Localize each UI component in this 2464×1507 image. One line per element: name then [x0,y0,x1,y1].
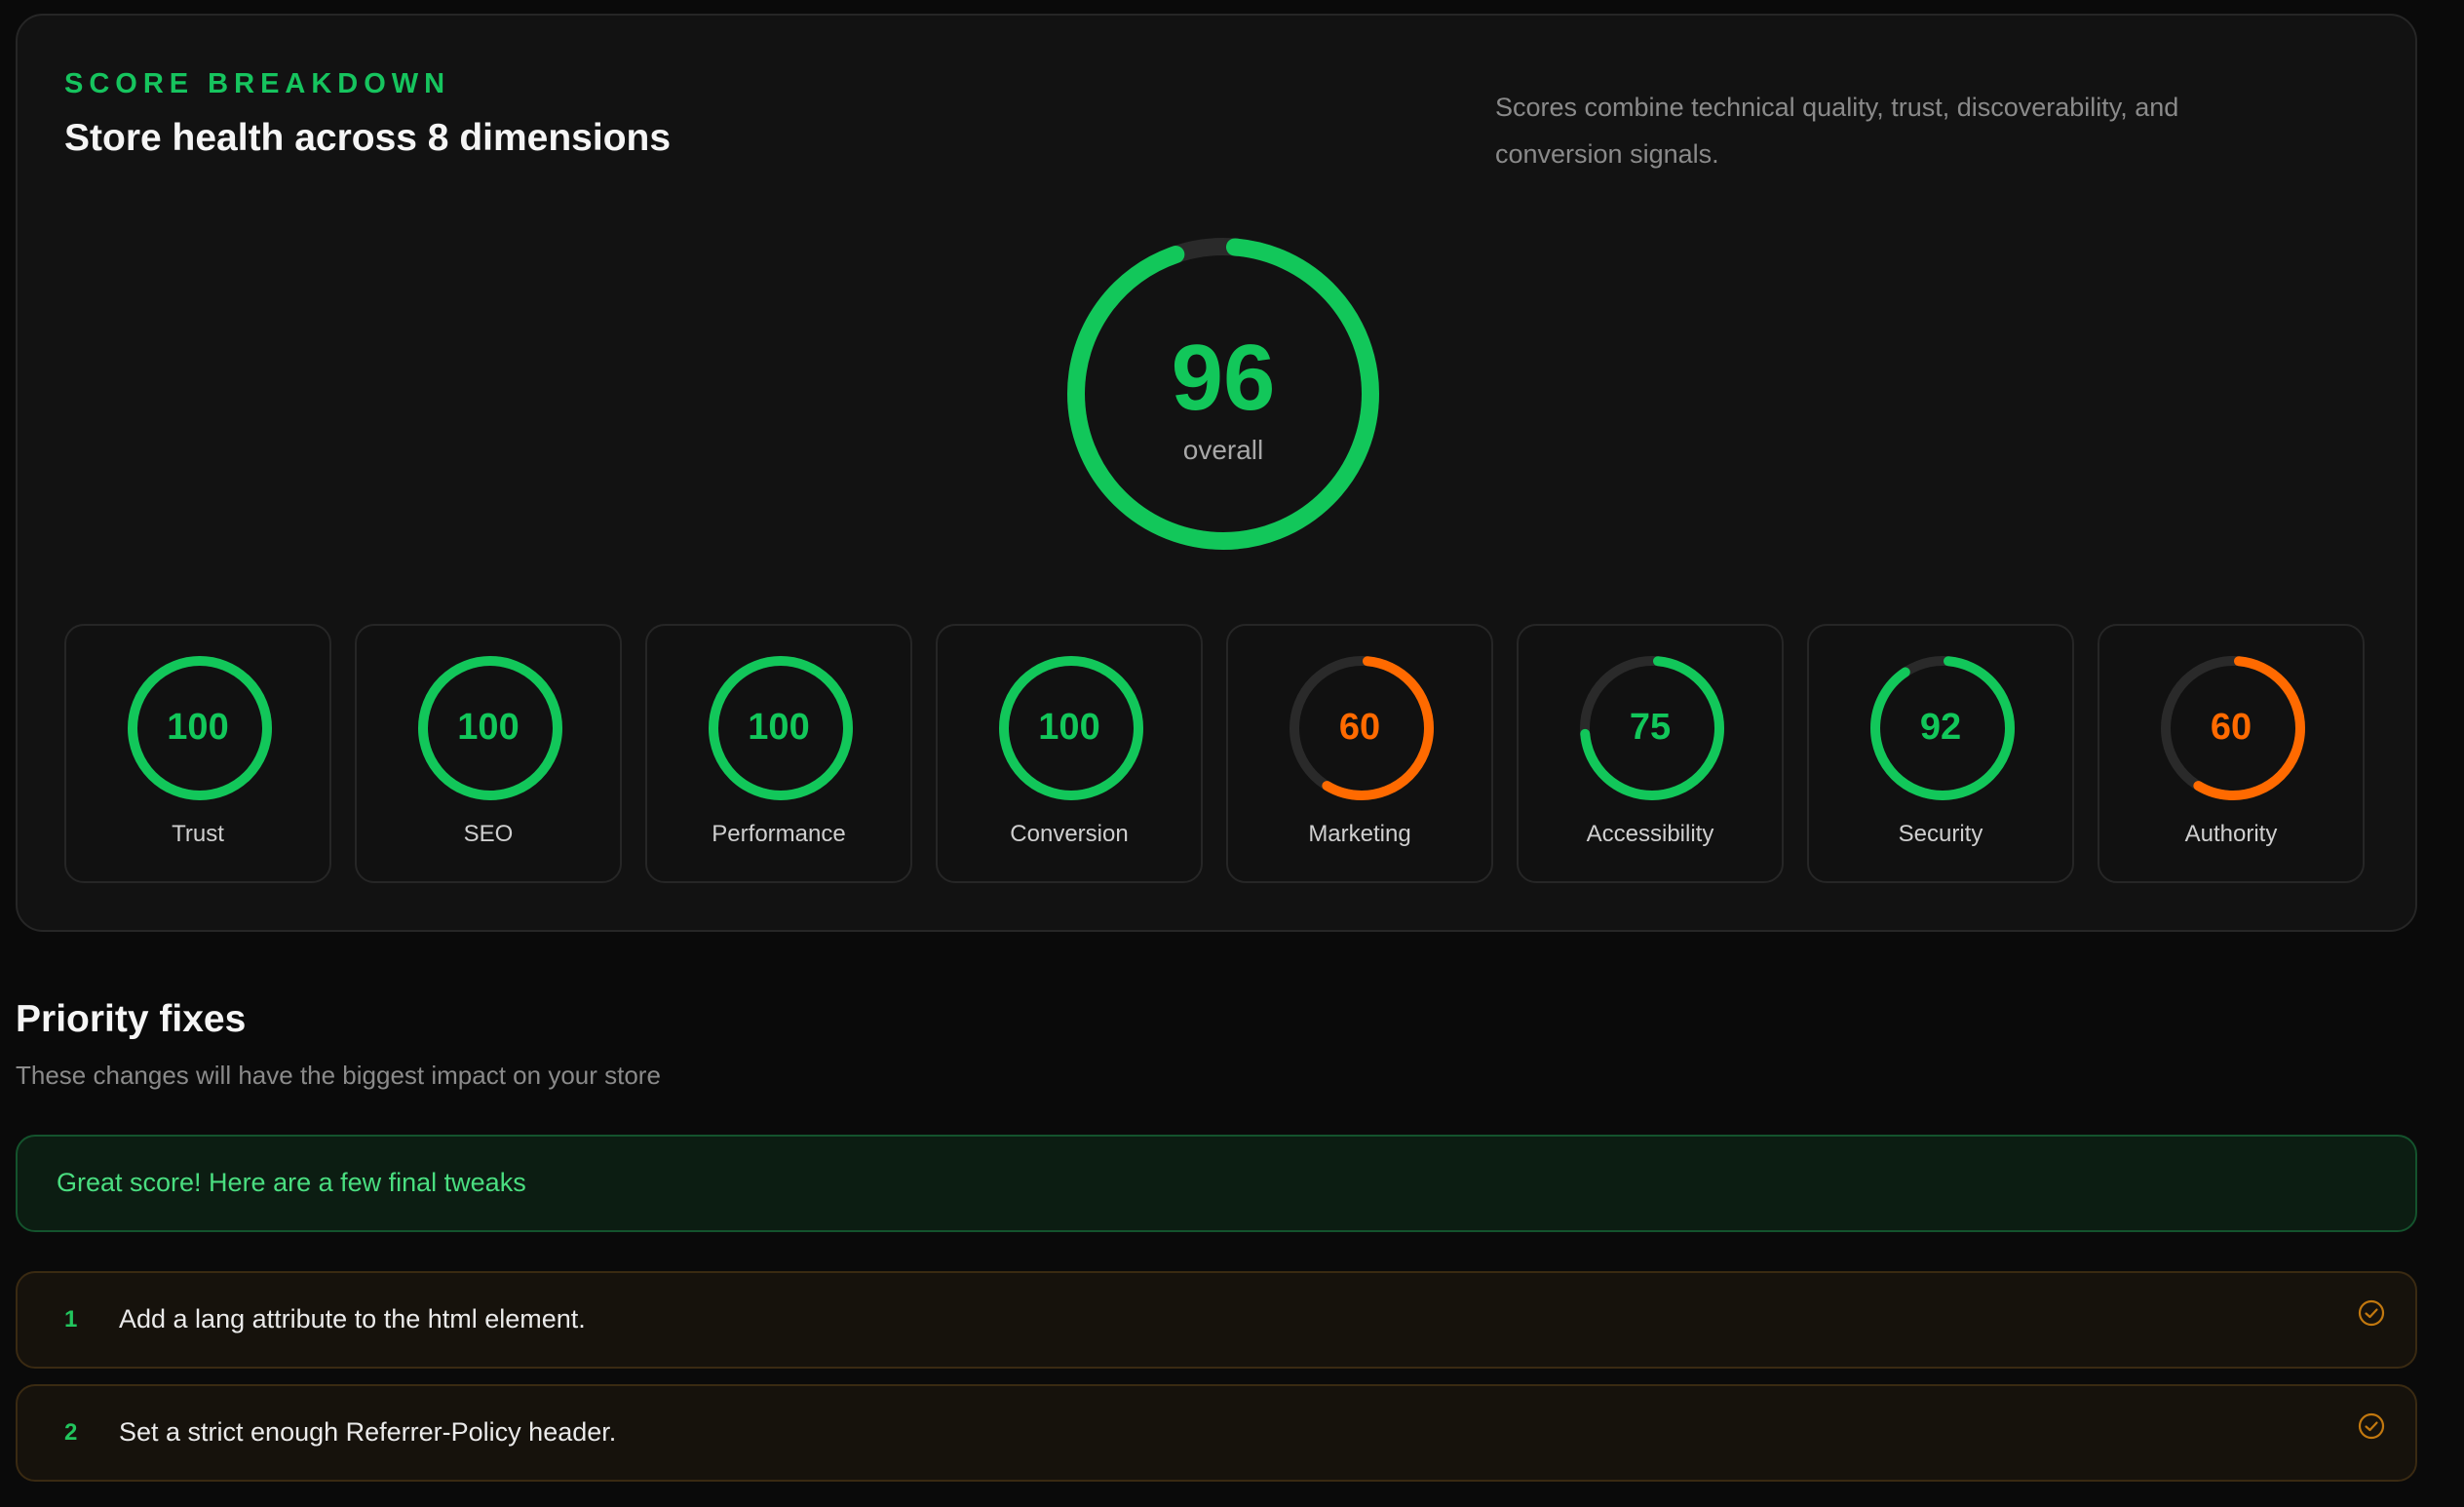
dimension-card-authority[interactable]: 60 Authority [2098,624,2365,883]
dimension-label: Security [1898,821,1983,847]
dimension-label: Performance [712,821,846,847]
dimension-score-value: 100 [167,707,229,748]
dimension-label: SEO [463,821,514,847]
section-eyebrow: SCORE BREAKDOWN [64,68,451,99]
fix-text: Add a lang attribute to the html element… [119,1304,586,1333]
card-title: Store health across 8 dimensions [64,117,672,159]
dimension-label: Conversion [1010,821,1129,847]
success-banner: Great score! Here are a few final tweaks [16,1135,2417,1232]
dimension-label: Marketing [1308,821,1411,847]
dimension-card-seo[interactable]: 100 SEO [355,624,622,883]
dimension-label: Trust [172,821,224,847]
overall-score-value: 96 [1171,326,1276,430]
dimension-score-value: 60 [1338,707,1381,748]
dimension-scores: 100 Trust 100 SEO 100 Performance 100 Co… [64,624,2370,883]
score-breakdown-card: SCORE BREAKDOWN Store health across 8 di… [16,14,2417,932]
check-circle-icon[interactable] [2357,1298,2386,1328]
success-banner-text: Great score! Here are a few final tweaks [57,1168,526,1197]
dimension-card-marketing[interactable]: 60 Marketing [1226,624,1493,883]
fix-text: Set a strict enough Referrer-Policy head… [119,1417,617,1447]
overall-score-label: overall [1182,435,1264,465]
priority-fixes-subtitle: These changes will have the biggest impa… [16,1061,661,1090]
dimension-card-security[interactable]: 92 Security [1807,624,2074,883]
dimension-score-value: 100 [1038,707,1100,748]
card-description: Scores combine technical quality, trust,… [1495,93,2179,169]
dimension-score-value: 75 [1629,707,1672,748]
fix-item[interactable]: 2 Set a strict enough Referrer-Policy he… [16,1384,2417,1482]
dimension-score-value: 92 [1919,707,1962,748]
dimension-card-accessibility[interactable]: 75 Accessibility [1517,624,1784,883]
dimension-score-value: 60 [2210,707,2252,748]
priority-fixes-title: Priority fixes [16,998,247,1040]
dimension-card-conversion[interactable]: 100 Conversion [936,624,1203,883]
overall-score-gauge: 96 overall [1061,232,1385,556]
dimension-card-trust[interactable]: 100 Trust [64,624,331,883]
fix-number: 2 [64,1419,78,1446]
fix-number: 1 [64,1306,78,1333]
fix-item[interactable]: 1 Add a lang attribute to the html eleme… [16,1271,2417,1369]
dimension-score-value: 100 [457,707,520,748]
dimension-score-value: 100 [748,707,810,748]
dimension-card-performance[interactable]: 100 Performance [645,624,912,883]
dimension-label: Authority [2184,821,2278,847]
check-circle-icon[interactable] [2357,1411,2386,1441]
dimension-label: Accessibility [1586,821,1714,847]
